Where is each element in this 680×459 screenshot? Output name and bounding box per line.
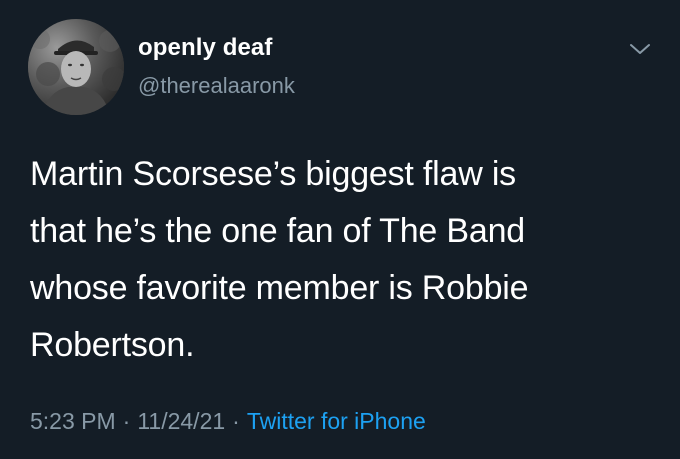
separator: · bbox=[122, 408, 131, 434]
tweet-text-line: whose favorite member is Robbie bbox=[30, 269, 529, 307]
tweet-date[interactable]: 11/24/21 bbox=[137, 408, 225, 434]
tweet-metadata: 5:23 PM · 11/24/21 · Twitter for iPhone bbox=[30, 408, 426, 435]
display-name[interactable]: openly deaf bbox=[138, 34, 272, 62]
tweet-source-link[interactable]: Twitter for iPhone bbox=[247, 408, 426, 434]
chevron-down-icon[interactable] bbox=[627, 36, 653, 62]
tweet-text: Martin Scorsese’s biggest flaw is that h… bbox=[30, 146, 660, 374]
separator: · bbox=[232, 408, 240, 434]
avatar-photo bbox=[28, 19, 124, 115]
tweet-time[interactable]: 5:23 PM bbox=[30, 408, 116, 434]
user-handle[interactable]: @therealaaronk bbox=[138, 73, 295, 99]
tweet-text-line: Martin Scorsese’s biggest flaw is bbox=[30, 155, 516, 193]
tweet-text-line: Robertson. bbox=[30, 326, 195, 364]
avatar[interactable] bbox=[28, 19, 124, 115]
tweet-card: openly deaf @therealaaronk Martin Scorse… bbox=[0, 0, 680, 459]
tweet-text-line: that he’s the one fan of The Band bbox=[30, 212, 525, 250]
